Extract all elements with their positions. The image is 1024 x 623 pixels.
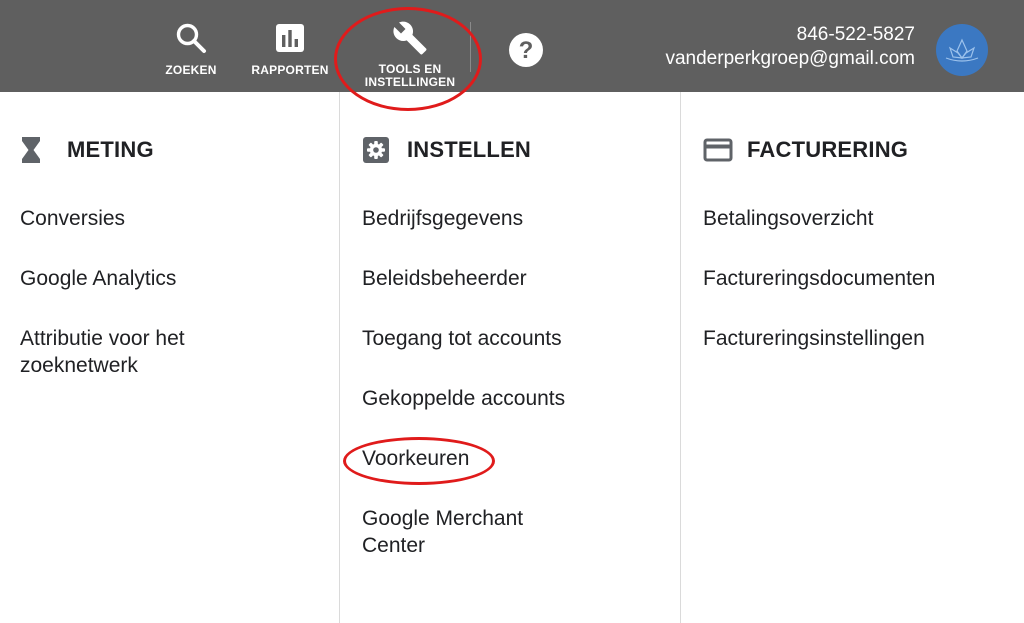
menu-item-conversies[interactable]: Conversies — [20, 205, 320, 232]
help-icon: ? — [508, 32, 544, 68]
menu-list: Betalingsoverzicht Factureringsdocumente… — [703, 205, 1003, 385]
menu-list: Bedrijfsgegevens Beleidsbeheerder Toegan… — [362, 205, 662, 592]
menu-item-factureringsdocumenten[interactable]: Factureringsdocumenten — [703, 265, 993, 292]
toolbar-divider — [470, 22, 471, 72]
menu-item-google-merchant-center[interactable]: Google Merchant Center — [362, 505, 562, 559]
svg-text:?: ? — [519, 37, 534, 64]
account-email: vanderperkgroep@gmail.com — [665, 48, 915, 69]
top-toolbar: ZOEKEN RAPPORTEN TOOLS EN INSTELLINGEN ?… — [0, 0, 1024, 92]
menu-item-google-analytics[interactable]: Google Analytics — [20, 265, 320, 292]
wrench-icon — [392, 20, 428, 56]
column-header-setup: INSTELLEN — [362, 134, 531, 166]
column-header-measurement: METING — [20, 134, 154, 166]
tools-and-settings-button[interactable]: TOOLS EN INSTELLINGEN — [355, 0, 465, 92]
gear-icon — [362, 135, 396, 165]
menu-item-beleidsbeheerder[interactable]: Beleidsbeheerder — [362, 265, 662, 292]
hourglass-icon — [20, 135, 54, 165]
menu-item-factureringsinstellingen[interactable]: Factureringsinstellingen — [703, 325, 993, 352]
credit-card-icon — [703, 135, 737, 165]
bar-chart-icon — [272, 20, 308, 56]
column-title: METING — [67, 137, 154, 162]
column-measurement: METING Conversies Google Analytics Attri… — [0, 92, 339, 623]
menu-item-toegang-tot-accounts[interactable]: Toegang tot accounts — [362, 325, 662, 352]
lotus-logo-icon — [945, 38, 979, 62]
menu-list: Conversies Google Analytics Attributie v… — [20, 205, 320, 412]
menu-item-attributie[interactable]: Attributie voor het zoeknetwerk — [20, 325, 250, 379]
column-title: INSTELLEN — [407, 137, 532, 162]
tools-and-settings-label: TOOLS EN INSTELLINGEN — [365, 63, 455, 89]
tools-label-line2: INSTELLINGEN — [364, 75, 456, 89]
search-button[interactable]: ZOEKEN — [155, 0, 227, 92]
menu-item-betalingsoverzicht[interactable]: Betalingsoverzicht — [703, 205, 993, 232]
account-info[interactable]: 846-522-5827 vanderperkgroep@gmail.com — [665, 23, 915, 71]
menu-item-gekoppelde-accounts[interactable]: Gekoppelde accounts — [362, 385, 662, 412]
reports-label: RAPPORTEN — [251, 63, 329, 77]
avatar[interactable] — [936, 24, 988, 76]
account-phone: 846-522-5827 — [796, 24, 915, 45]
column-billing: FACTURERING Betalingsoverzicht Factureri… — [680, 92, 1024, 623]
help-button[interactable]: ? — [506, 0, 546, 92]
column-setup: INSTELLEN Bedrijfsgegevens Beleidsbeheer… — [339, 92, 680, 623]
tools-label-line1: TOOLS EN — [378, 62, 442, 76]
reports-button[interactable]: RAPPORTEN — [245, 0, 335, 92]
menu-item-bedrijfsgegevens[interactable]: Bedrijfsgegevens — [362, 205, 662, 232]
search-label: ZOEKEN — [165, 63, 217, 77]
column-header-billing: FACTURERING — [703, 134, 908, 166]
search-icon — [173, 20, 209, 56]
column-title: FACTURERING — [747, 137, 909, 162]
menu-item-voorkeuren[interactable]: Voorkeuren — [362, 445, 662, 472]
